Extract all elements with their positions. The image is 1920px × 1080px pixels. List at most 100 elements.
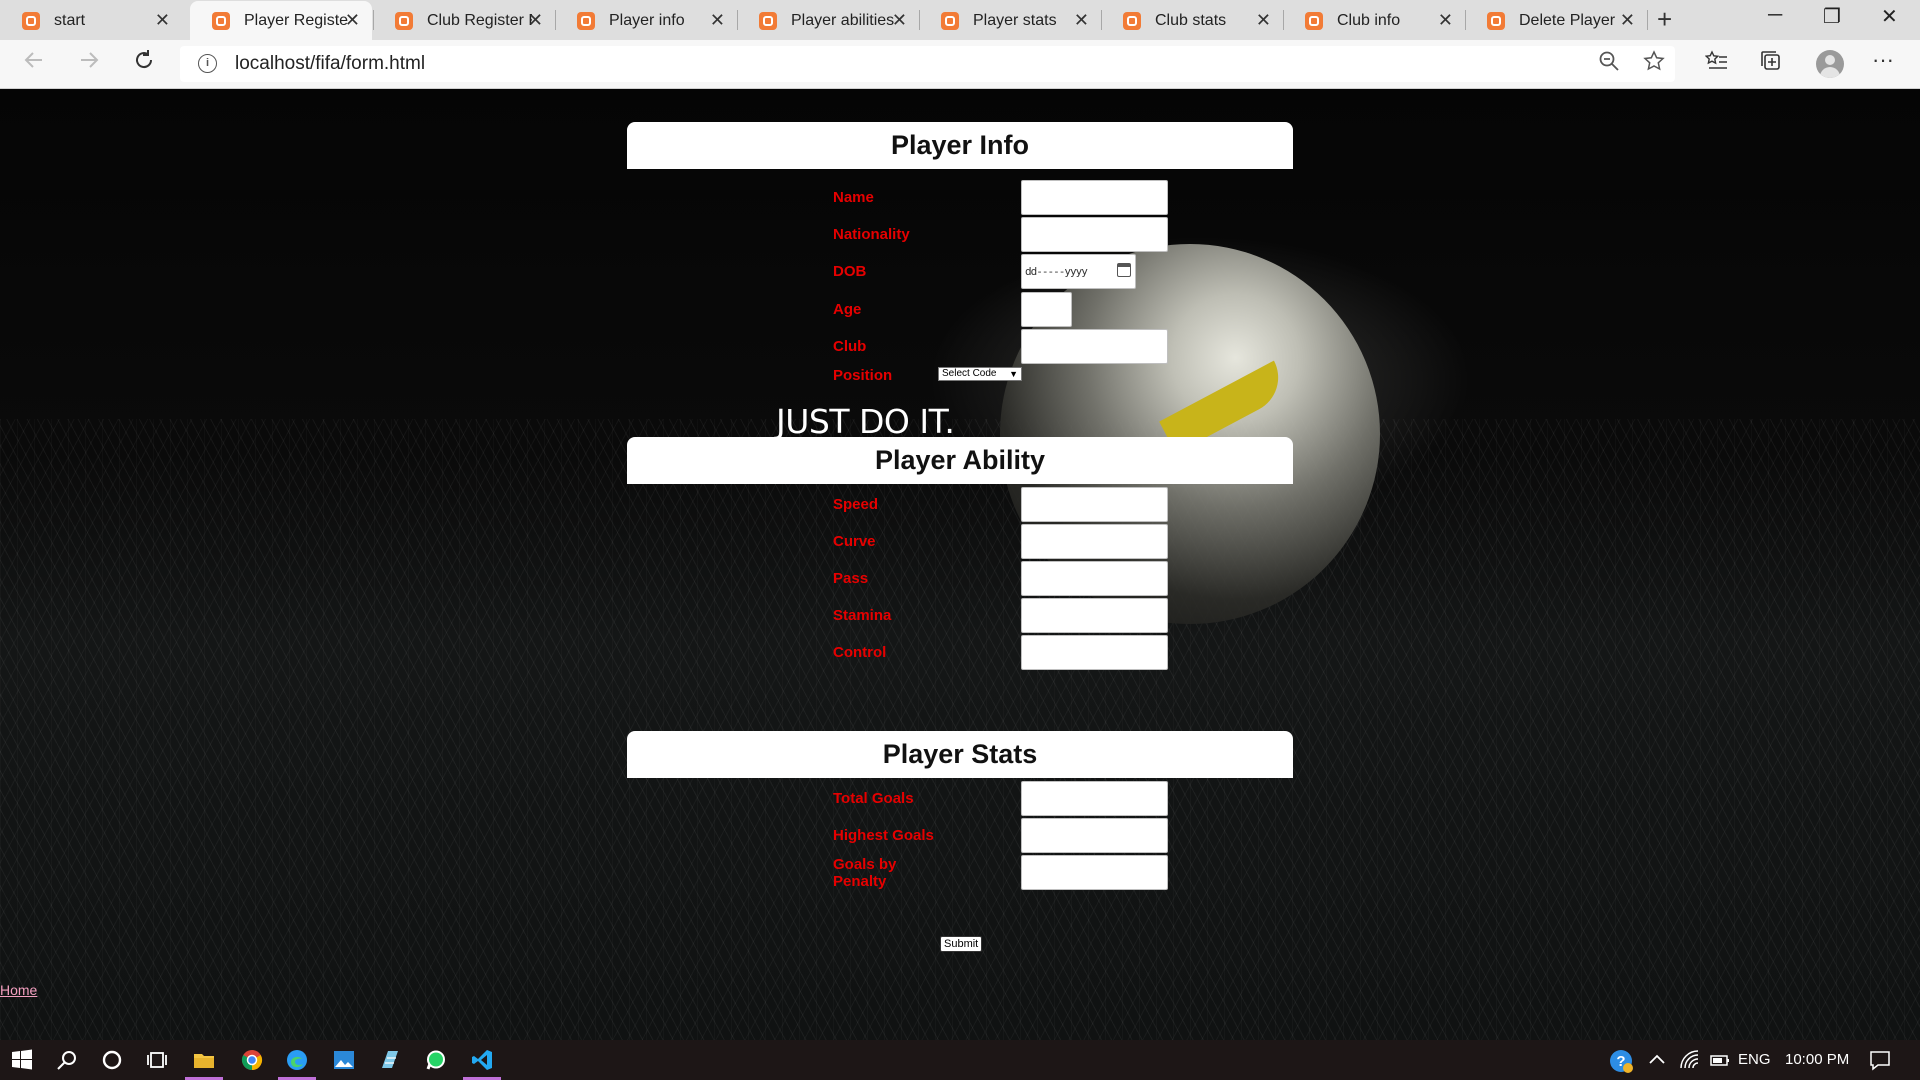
total-goals-input[interactable]: [1021, 781, 1168, 816]
xampp-favicon-icon: [1123, 11, 1141, 30]
home-link[interactable]: Home: [0, 982, 37, 998]
section-title-player-stats: Player Stats: [627, 731, 1293, 778]
curve-input[interactable]: [1021, 524, 1168, 559]
search-icon[interactable]: [55, 1048, 79, 1072]
collections-icon[interactable]: [1759, 49, 1783, 79]
xampp-favicon-icon: [759, 11, 777, 30]
tab-club-register[interactable]: Club Register F ✕: [373, 1, 555, 40]
tab-label: Player info: [609, 11, 685, 29]
stamina-input[interactable]: [1021, 598, 1168, 633]
name-input[interactable]: [1021, 180, 1168, 215]
tab-label: Club stats: [1155, 11, 1227, 29]
tab-close-icon[interactable]: ✕: [155, 10, 170, 31]
club-input[interactable]: [1021, 329, 1168, 364]
wifi-icon[interactable]: [1678, 1048, 1702, 1072]
slogan-text: JUST DO IT.: [776, 402, 955, 441]
page-content: JUST DO IT. Player Info Name Nationality…: [0, 89, 1920, 1040]
tab-close-icon[interactable]: ✕: [1074, 10, 1089, 31]
cortana-icon[interactable]: [100, 1048, 124, 1072]
address-bar[interactable]: i localhost/fifa/form.html: [180, 46, 1675, 82]
task-view-icon[interactable]: [145, 1048, 169, 1072]
tab-player-register[interactable]: Player Register ✕: [190, 1, 372, 40]
position-label: Position: [833, 367, 893, 384]
pass-label: Pass: [833, 570, 869, 587]
photos-icon[interactable]: [332, 1048, 356, 1072]
tab-start[interactable]: start ✕: [0, 1, 182, 40]
windows-start-icon[interactable]: [10, 1048, 34, 1072]
clock[interactable]: 10:00 PM: [1785, 1051, 1849, 1068]
tab-close-icon[interactable]: ✕: [1620, 10, 1635, 31]
more-options-icon[interactable]: ···: [1872, 47, 1894, 73]
close-window-icon[interactable]: ✕: [1881, 4, 1898, 29]
club-label: Club: [833, 338, 867, 355]
new-tab-icon[interactable]: +: [1657, 4, 1672, 35]
total-goals-label: Total Goals: [833, 790, 914, 807]
chevron-down-icon: ▼: [1009, 369, 1018, 379]
zoom-icon[interactable]: [1598, 50, 1620, 78]
age-input[interactable]: [1021, 292, 1072, 327]
control-input[interactable]: [1021, 635, 1168, 670]
name-label: Name: [833, 189, 874, 206]
favorites-list-icon[interactable]: [1704, 49, 1729, 79]
profile-avatar-icon[interactable]: [1816, 50, 1844, 78]
tab-player-info[interactable]: Player info ✕: [555, 1, 737, 40]
position-select[interactable]: Select Code ▼: [938, 367, 1022, 381]
minimize-icon[interactable]: ─: [1768, 4, 1782, 27]
tab-label: Delete Player: [1519, 11, 1616, 29]
forward-arrow-icon[interactable]: [77, 48, 101, 79]
tab-close-icon[interactable]: ✕: [528, 10, 543, 31]
dob-placeholder: dd-----yyyy: [1025, 265, 1088, 278]
url-text[interactable]: localhost/fifa/form.html: [235, 53, 425, 75]
language-indicator[interactable]: ENG: [1738, 1051, 1771, 1068]
dob-label: DOB: [833, 263, 867, 280]
tab-close-icon[interactable]: ✕: [710, 10, 725, 31]
submit-button[interactable]: Submit: [940, 936, 983, 952]
notepad-icon[interactable]: [378, 1048, 402, 1072]
tab-club-info[interactable]: Club info ✕: [1283, 1, 1465, 40]
highest-goals-label: Highest Goals: [833, 827, 934, 844]
tab-close-icon[interactable]: ✕: [345, 10, 360, 31]
tab-player-abilities[interactable]: Player abilities ✕: [737, 1, 919, 40]
restore-icon[interactable]: ❐: [1823, 4, 1841, 29]
site-info-icon[interactable]: i: [198, 54, 217, 73]
edge-icon[interactable]: [285, 1048, 309, 1072]
xampp-favicon-icon: [1305, 11, 1323, 30]
speed-label: Speed: [833, 496, 879, 513]
xampp-favicon-icon: [22, 11, 40, 30]
chrome-icon[interactable]: [240, 1048, 264, 1072]
tab-label: Player abilities: [791, 11, 895, 29]
section-title-player-info: Player Info: [627, 122, 1293, 169]
pass-input[interactable]: [1021, 561, 1168, 596]
chevron-up-icon[interactable]: [1645, 1048, 1669, 1072]
back-arrow-icon[interactable]: [22, 48, 46, 79]
help-icon[interactable]: ?: [1608, 1048, 1633, 1073]
tab-close-icon[interactable]: ✕: [1256, 10, 1271, 31]
vscode-icon[interactable]: [470, 1048, 494, 1072]
battery-icon[interactable]: [1708, 1048, 1732, 1072]
star-icon[interactable]: [1643, 50, 1665, 78]
tab-delete-player[interactable]: Delete Player ✕: [1465, 1, 1647, 40]
tab-close-icon[interactable]: ✕: [1438, 10, 1453, 31]
nationality-input[interactable]: [1021, 217, 1168, 252]
position-selected-value: Select Code: [942, 368, 997, 379]
highest-goals-input[interactable]: [1021, 818, 1168, 853]
curve-label: Curve: [833, 533, 876, 550]
file-explorer-icon[interactable]: [192, 1048, 216, 1072]
whatsapp-icon[interactable]: [424, 1048, 448, 1072]
notification-icon[interactable]: [1868, 1048, 1892, 1072]
refresh-icon[interactable]: [132, 48, 156, 79]
section-title-player-ability: Player Ability: [627, 437, 1293, 484]
tab-club-stats[interactable]: Club stats ✕: [1101, 1, 1283, 40]
calendar-icon[interactable]: [1117, 263, 1131, 277]
xampp-favicon-icon: [941, 11, 959, 30]
windows-taskbar: ? ENG 10:00 PM: [0, 1040, 1920, 1080]
tab-close-icon[interactable]: ✕: [892, 10, 907, 31]
tab-player-stats[interactable]: Player stats ✕: [919, 1, 1101, 40]
goals-by-penalty-input[interactable]: [1021, 855, 1168, 890]
nationality-label: Nationality: [833, 226, 910, 243]
tab-separator: [1647, 10, 1648, 30]
age-label: Age: [833, 301, 862, 318]
goals-by-penalty-label: Goals by Penalty: [833, 856, 897, 890]
dob-date-input[interactable]: dd-----yyyy: [1021, 254, 1136, 289]
speed-input[interactable]: [1021, 487, 1168, 522]
